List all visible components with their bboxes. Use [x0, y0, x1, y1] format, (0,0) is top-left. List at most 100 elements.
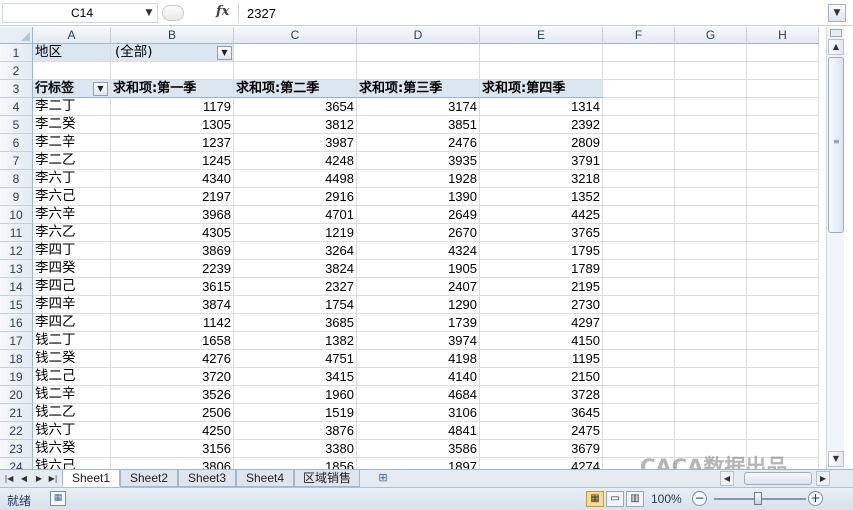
pivot-value-cell[interactable]: 1382 [234, 332, 357, 350]
pivot-value-cell[interactable]: 2475 [480, 422, 603, 440]
worksheet-grid[interactable]: ABCDEFGH 1 2 3 4 5 6 7 8 9 10 11 12 13 14 15 16 17 18 19 20… [0, 27, 826, 469]
row-header-23[interactable]: 23 [0, 440, 33, 458]
pivot-filter-value[interactable]: (全部) [111, 44, 234, 62]
pivot-value-cell[interactable]: 2392 [480, 116, 603, 134]
pivot-value-cell[interactable]: 3654 [234, 98, 357, 116]
pivot-value-cell[interactable]: 3869 [111, 242, 234, 260]
page-break-view-icon[interactable]: ▥ [626, 491, 644, 507]
pivot-value-cell[interactable]: 1658 [111, 332, 234, 350]
cell[interactable] [603, 386, 675, 404]
row-header-7[interactable]: 7 [0, 152, 33, 170]
cell[interactable] [747, 188, 819, 206]
pivot-value-header[interactable]: 求和项:第三季 [357, 80, 480, 98]
expand-formula-bar-button[interactable]: ▼ [828, 4, 846, 22]
cell[interactable] [675, 386, 747, 404]
cell[interactable] [675, 242, 747, 260]
cell[interactable] [603, 116, 675, 134]
pivot-row-label[interactable]: 李四辛 [33, 296, 111, 314]
pivot-value-cell[interactable]: 4305 [111, 224, 234, 242]
cell[interactable] [675, 278, 747, 296]
pivot-value-cell[interactable]: 3987 [234, 134, 357, 152]
cell[interactable] [603, 332, 675, 350]
pivot-value-cell[interactable]: 1305 [111, 116, 234, 134]
cell[interactable] [675, 368, 747, 386]
vertical-scrollbar[interactable]: ▲ ≡ ▼ [826, 27, 844, 469]
pivot-value-cell[interactable]: 3679 [480, 440, 603, 458]
pivot-row-label[interactable]: 李二乙 [33, 152, 111, 170]
normal-view-icon[interactable]: ▦ [586, 491, 604, 507]
formula-input[interactable]: 2327 [238, 3, 826, 23]
horizontal-scroll-thumb[interactable] [744, 472, 812, 485]
name-box[interactable]: C14 ▼ [2, 3, 158, 23]
cell[interactable] [747, 224, 819, 242]
pivot-row-label[interactable]: 李六乙 [33, 224, 111, 242]
cell[interactable] [747, 44, 819, 62]
pivot-row-label[interactable]: 钱六丁 [33, 422, 111, 440]
split-handle[interactable] [830, 29, 842, 37]
cell[interactable] [747, 314, 819, 332]
sheet-tab[interactable]: Sheet4 [236, 470, 294, 487]
cell[interactable] [603, 152, 675, 170]
pivot-value-cell[interactable]: 2730 [480, 296, 603, 314]
zoom-slider[interactable] [714, 492, 806, 505]
pivot-value-cell[interactable]: 4276 [111, 350, 234, 368]
scroll-down-icon[interactable]: ▼ [828, 451, 844, 467]
pivot-value-cell[interactable]: 1789 [480, 260, 603, 278]
pivot-value-cell[interactable]: 3824 [234, 260, 357, 278]
cell[interactable] [675, 224, 747, 242]
pivot-value-cell[interactable]: 3645 [480, 404, 603, 422]
pivot-value-cell[interactable]: 1195 [480, 350, 603, 368]
row-header-20[interactable]: 20 [0, 386, 33, 404]
pivot-value-cell[interactable]: 1142 [111, 314, 234, 332]
page-layout-view-icon[interactable]: ▭ [606, 491, 624, 507]
pivot-value-cell[interactable]: 3264 [234, 242, 357, 260]
cell[interactable] [603, 422, 675, 440]
pivot-value-cell[interactable]: 2327 [234, 278, 357, 296]
horizontal-scrollbar[interactable]: ◀ ▶ [720, 471, 830, 486]
cell[interactable] [747, 80, 819, 98]
pivot-value-cell[interactable]: 4150 [480, 332, 603, 350]
pivot-value-cell[interactable]: 3106 [357, 404, 480, 422]
scroll-up-icon[interactable]: ▲ [828, 39, 844, 55]
pivot-value-cell[interactable]: 1519 [234, 404, 357, 422]
cell[interactable] [603, 314, 675, 332]
pivot-value-cell[interactable]: 2649 [357, 206, 480, 224]
cell[interactable] [747, 404, 819, 422]
select-all-button[interactable] [0, 27, 33, 44]
pivot-value-cell[interactable]: 1390 [357, 188, 480, 206]
pivot-filter-label[interactable]: 地区 [33, 44, 111, 62]
pivot-value-cell[interactable]: 4340 [111, 170, 234, 188]
cell[interactable] [603, 80, 675, 98]
pivot-value-cell[interactable]: 4248 [234, 152, 357, 170]
sheet-tab[interactable]: Sheet3 [178, 470, 236, 487]
pivot-value-cell[interactable]: 3851 [357, 116, 480, 134]
row-header-11[interactable]: 11 [0, 224, 33, 242]
pivot-value-cell[interactable]: 3935 [357, 152, 480, 170]
row-header-3[interactable]: 3 [0, 80, 33, 98]
prev-sheet-icon[interactable]: ◀ [17, 472, 31, 485]
pivot-value-cell[interactable]: 2809 [480, 134, 603, 152]
pivot-value-cell[interactable]: 4324 [357, 242, 480, 260]
cell[interactable] [747, 98, 819, 116]
row-header-8[interactable]: 8 [0, 170, 33, 188]
cell[interactable] [33, 62, 111, 80]
cell[interactable] [675, 134, 747, 152]
pivot-row-label[interactable]: 钱二乙 [33, 404, 111, 422]
pivot-value-cell[interactable]: 4684 [357, 386, 480, 404]
cell[interactable] [603, 404, 675, 422]
pivot-value-header[interactable]: 求和项:第二季 [234, 80, 357, 98]
pivot-row-label[interactable]: 钱二辛 [33, 386, 111, 404]
pivot-value-header[interactable]: 求和项:第一季 [111, 80, 234, 98]
cell[interactable] [234, 44, 357, 62]
pivot-value-cell[interactable]: 4701 [234, 206, 357, 224]
pivot-value-cell[interactable]: 1179 [111, 98, 234, 116]
cell[interactable] [603, 368, 675, 386]
pivot-row-label[interactable]: 李二辛 [33, 134, 111, 152]
row-header-13[interactable]: 13 [0, 260, 33, 278]
cell[interactable] [603, 170, 675, 188]
pivot-value-cell[interactable]: 1739 [357, 314, 480, 332]
column-header-h[interactable]: H [747, 27, 819, 44]
pivot-value-cell[interactable]: 4751 [234, 350, 357, 368]
filter-dropdown-icon[interactable]: ▼ [217, 46, 232, 60]
row-header-17[interactable]: 17 [0, 332, 33, 350]
